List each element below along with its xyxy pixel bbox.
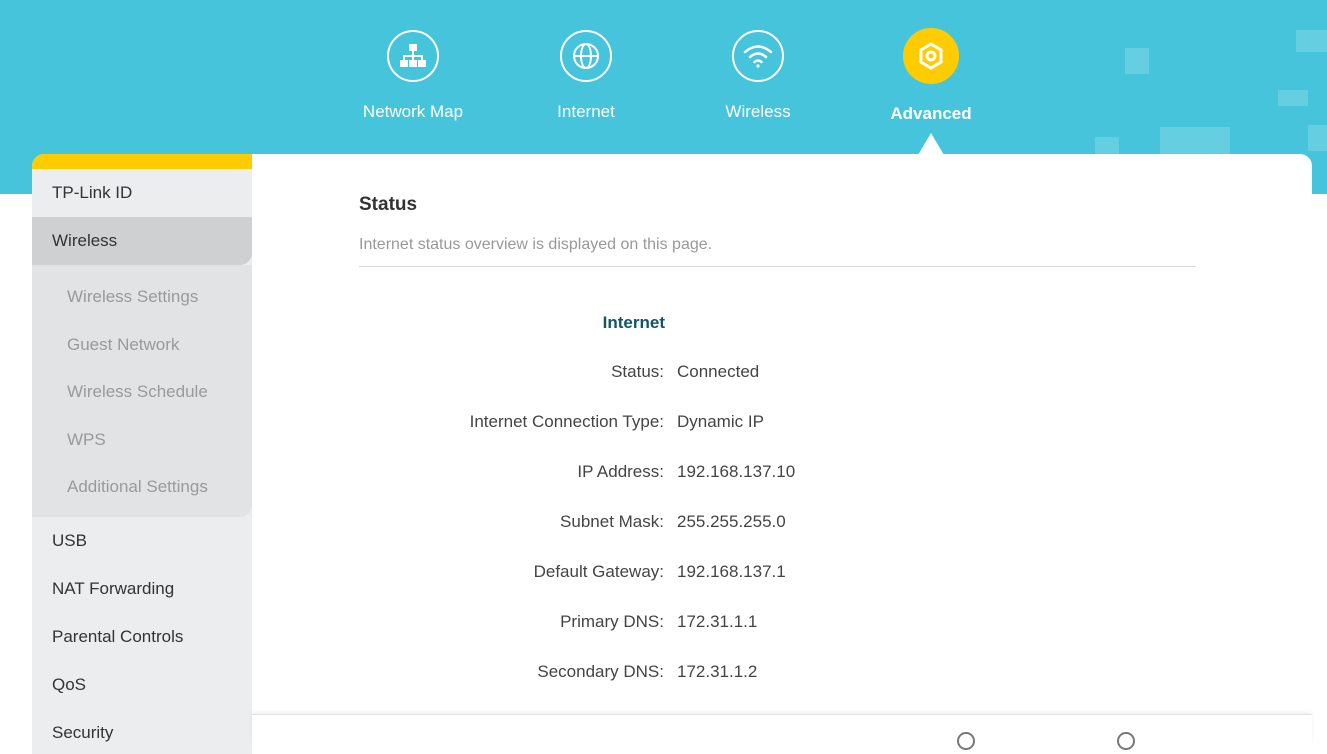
network-map-icon: [387, 30, 439, 82]
nav-advanced[interactable]: Advanced: [851, 30, 1011, 124]
decorative-block: [1125, 48, 1149, 74]
decorative-block: [1278, 90, 1308, 106]
field-label: Primary DNS:: [560, 612, 664, 632]
field-value: 192.168.137.10: [677, 462, 795, 482]
sidebar-accent-bar: [32, 154, 252, 169]
field-value: Dynamic IP: [677, 412, 764, 432]
primary-dns-row: Primary DNS: 172.31.1.1: [252, 612, 1312, 636]
field-value: 172.31.1.2: [677, 662, 757, 682]
decorative-block: [1160, 127, 1230, 157]
sidebar-item-security[interactable]: Security: [32, 709, 252, 754]
sidebar-item-usb[interactable]: USB: [32, 517, 252, 565]
field-label: Secondary DNS:: [537, 662, 664, 682]
ip-address-row: IP Address: 192.168.137.10: [252, 462, 1312, 486]
nav-wireless[interactable]: Wireless: [678, 30, 838, 122]
group-title: Internet: [500, 313, 665, 333]
submenu-item-wireless-schedule[interactable]: Wireless Schedule: [32, 368, 252, 416]
connection-type-row: Internet Connection Type: Dynamic IP: [252, 412, 1312, 436]
sidebar-item-tp-link-id[interactable]: TP-Link ID: [32, 169, 252, 217]
sidebar-item-qos[interactable]: QoS: [32, 661, 252, 709]
secondary-dns-row: Secondary DNS: 172.31.1.2: [252, 662, 1312, 686]
footer-bar: [252, 714, 1312, 745]
field-label: Default Gateway:: [534, 562, 664, 582]
sidebar: TP-Link ID Wireless Wireless Settings Gu…: [32, 154, 252, 754]
field-label: Subnet Mask:: [560, 512, 664, 532]
submenu-item-wireless-settings[interactable]: Wireless Settings: [32, 273, 252, 321]
sidebar-item-parental-controls[interactable]: Parental Controls: [32, 613, 252, 661]
field-value: Connected: [677, 362, 759, 382]
gear-icon: [903, 28, 959, 84]
field-label: IP Address:: [577, 462, 664, 482]
field-label: Internet Connection Type:: [470, 412, 664, 432]
field-value: 172.31.1.1: [677, 612, 757, 632]
sidebar-item-nat-forwarding[interactable]: NAT Forwarding: [32, 565, 252, 613]
subnet-mask-row: Subnet Mask: 255.255.255.0: [252, 512, 1312, 536]
field-value: 192.168.137.1: [677, 562, 786, 582]
page-title: Status: [359, 194, 417, 216]
nav-internet[interactable]: Internet: [506, 30, 666, 122]
field-value: 255.255.255.0: [677, 512, 786, 532]
nav-label: Wireless: [678, 102, 838, 122]
wireless-submenu: Wireless Settings Guest Network Wireless…: [32, 265, 252, 517]
nav-network-map[interactable]: Network Map: [333, 30, 493, 122]
submenu-item-additional-settings[interactable]: Additional Settings: [32, 463, 252, 511]
nav-label: Advanced: [851, 104, 1011, 124]
sidebar-item-wireless[interactable]: Wireless: [32, 217, 252, 265]
globe-icon: [560, 30, 612, 82]
nav-label: Internet: [506, 102, 666, 122]
submenu-item-wps[interactable]: WPS: [32, 416, 252, 464]
default-gateway-row: Default Gateway: 192.168.137.1: [252, 562, 1312, 586]
wifi-icon: [732, 30, 784, 82]
field-label: Status:: [611, 362, 664, 382]
main-panel: Status Internet status overview is displ…: [252, 154, 1312, 714]
divider: [359, 266, 1196, 267]
active-tab-pointer: [918, 133, 944, 155]
submenu-item-guest-network[interactable]: Guest Network: [32, 321, 252, 369]
page-description: Internet status overview is displayed on…: [359, 236, 712, 254]
status-row: Status: Connected: [252, 362, 1312, 386]
nav-label: Network Map: [333, 102, 493, 122]
decorative-block: [1296, 30, 1327, 52]
decorative-block: [1308, 125, 1327, 151]
